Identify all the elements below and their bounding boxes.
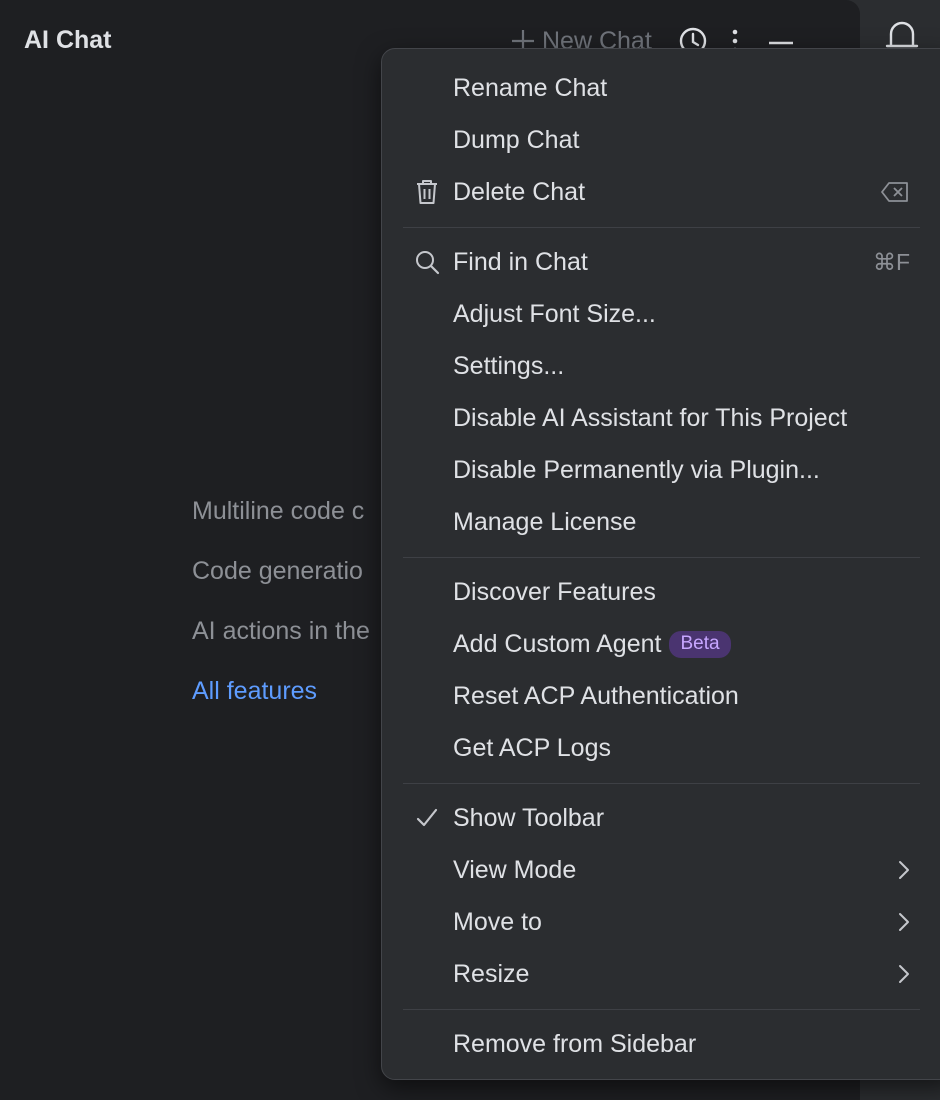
menu-item-label: Dump Chat <box>453 125 580 154</box>
menu-item-get-acp-logs[interactable]: Get ACP Logs <box>382 722 940 774</box>
menu-item-label: Get ACP Logs <box>453 733 611 762</box>
menu-item-discover-features[interactable]: Discover Features <box>382 566 940 618</box>
menu-item-label: Remove from Sidebar <box>453 1029 697 1058</box>
all-features-link[interactable]: All features <box>192 672 370 732</box>
menu-item-move-to[interactable]: Move to <box>382 896 940 948</box>
menu-item-label: Rename Chat <box>453 73 608 102</box>
menu-item-label: Settings... <box>453 351 565 380</box>
menu-item-resize[interactable]: Resize <box>382 948 940 1000</box>
chevron-right-icon <box>898 948 910 1000</box>
menu-item-remove-from-sidebar[interactable]: Remove from Sidebar <box>382 1018 940 1070</box>
shortcut-label: ⌘F <box>872 248 910 275</box>
chevron-right-icon <box>898 844 910 896</box>
menu-item-label: Move to <box>453 907 542 936</box>
menu-item-add-custom-agent[interactable]: Add Custom Agent Beta <box>382 618 940 670</box>
app-window: AI Chat New Chat Multiline code c Code g… <box>0 0 940 1100</box>
menu-item-delete-chat[interactable]: Delete Chat <box>382 166 940 218</box>
menu-item-view-mode[interactable]: View Mode <box>382 844 940 896</box>
beta-badge: Beta <box>669 630 731 658</box>
menu-item-label: Reset ACP Authentication <box>453 681 739 710</box>
menu-item-find-in-chat[interactable]: Find in Chat ⌘F <box>382 236 940 288</box>
menu-item-label: Disable Permanently via Plugin... <box>453 455 820 484</box>
menu-item-label: Show Toolbar <box>453 803 605 832</box>
feature-list: Multiline code c Code generatio AI actio… <box>192 492 370 732</box>
menu-item-label: Disable AI Assistant for This Project <box>453 403 848 432</box>
menu-item-settings[interactable]: Settings... <box>382 340 940 392</box>
backspace-key-icon <box>880 166 910 218</box>
search-icon <box>414 249 440 275</box>
menu-separator <box>403 783 920 784</box>
menu-item-reset-acp-auth[interactable]: Reset ACP Authentication <box>382 670 940 722</box>
menu-item-label: Manage License <box>453 507 637 536</box>
feature-item: Code generatio <box>192 557 363 585</box>
menu-item-rename-chat[interactable]: Rename Chat <box>382 62 940 114</box>
menu-item-adjust-font-size[interactable]: Adjust Font Size... <box>382 288 940 340</box>
menu-separator <box>403 227 920 228</box>
menu-item-label: Add Custom Agent <box>453 629 662 658</box>
trash-icon <box>414 179 440 205</box>
menu-item-dump-chat[interactable]: Dump Chat <box>382 114 940 166</box>
feature-item: Multiline code c <box>192 497 365 525</box>
menu-item-label: Resize <box>453 959 530 988</box>
menu-item-label: Discover Features <box>453 577 656 606</box>
menu-item-label: Delete Chat <box>453 177 586 206</box>
chevron-right-icon <box>898 896 910 948</box>
menu-separator <box>403 557 920 558</box>
menu-separator <box>403 1009 920 1010</box>
menu-item-label: Adjust Font Size... <box>453 299 656 328</box>
menu-item-disable-for-project[interactable]: Disable AI Assistant for This Project <box>382 392 940 444</box>
menu-item-label: Find in Chat <box>453 247 588 276</box>
menu-item-label: View Mode <box>453 855 577 884</box>
menu-item-disable-permanently[interactable]: Disable Permanently via Plugin... <box>382 444 940 496</box>
feature-item: AI actions in the <box>192 617 370 645</box>
panel-title: AI Chat <box>24 26 112 54</box>
menu-item-manage-license[interactable]: Manage License <box>382 496 940 548</box>
menu-item-show-toolbar[interactable]: Show Toolbar <box>382 792 940 844</box>
checkmark-icon <box>414 805 440 831</box>
chat-options-menu: Rename Chat Dump Chat Delete Chat Find i… <box>381 48 940 1080</box>
